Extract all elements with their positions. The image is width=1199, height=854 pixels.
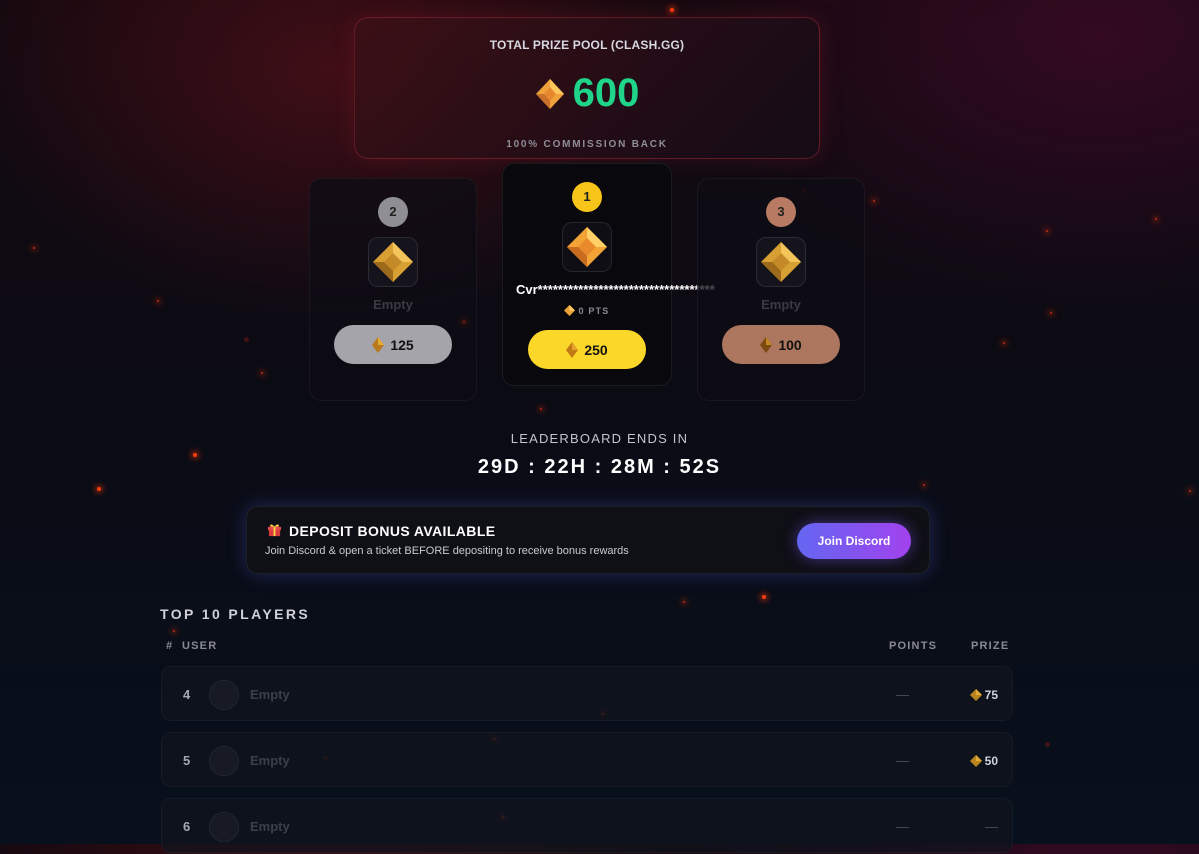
- row-username: Empty: [250, 687, 290, 702]
- gem-icon: [535, 78, 565, 110]
- gem-icon: [371, 240, 415, 284]
- rank-badge: 2: [378, 197, 408, 227]
- row-rank: 5: [183, 753, 191, 768]
- gem-frame: [562, 222, 612, 272]
- podium-username: Cvr***********************************: [516, 282, 715, 297]
- prize-pill: 125: [334, 325, 452, 364]
- prize-pool-value: 600: [572, 71, 640, 115]
- prize-pool-card: TOTAL PRIZE POOL (CLASH.GG) 600 100% COM…: [354, 17, 820, 159]
- gift-icon: [267, 522, 282, 540]
- avatar: [209, 812, 239, 842]
- avatar: [209, 746, 239, 776]
- prize-pool-subtitle: 100% COMMISSION BACK: [506, 139, 668, 150]
- avatar: [209, 680, 239, 710]
- prize-amount: 250: [584, 341, 608, 358]
- gem-frame: [368, 237, 418, 287]
- gem-icon: [759, 240, 803, 284]
- podium-points: 0 PTS: [503, 305, 671, 316]
- gem-icon: [566, 341, 579, 358]
- top-players-title: TOP 10 PLAYERS: [160, 606, 311, 622]
- column-header-prize: PRIZE: [971, 640, 1010, 652]
- row-prize: —: [985, 799, 998, 854]
- rank-badge: 3: [766, 197, 796, 227]
- prize-pool-amount: 600: [355, 71, 819, 116]
- table-row: 6 Empty — —: [161, 798, 1013, 853]
- row-prize-value: 50: [984, 753, 998, 768]
- gem-icon: [760, 336, 773, 353]
- table-row: 5 Empty — 50: [161, 732, 1013, 787]
- gem-icon: [372, 336, 385, 353]
- prize-amount: 125: [390, 336, 414, 353]
- row-rank: 4: [183, 687, 191, 702]
- points-value: 0 PTS: [578, 305, 610, 316]
- podium-first: 1 Cvr***********************************…: [502, 163, 715, 386]
- row-points: —: [896, 819, 909, 834]
- prize-pool-title: TOTAL PRIZE POOL (CLASH.GG): [489, 38, 685, 52]
- podium-username: Empty: [761, 297, 801, 312]
- podium-username: Empty: [373, 297, 413, 312]
- podium-third: 3 Empty 100: [697, 178, 865, 401]
- row-points: —: [896, 687, 909, 702]
- gem-icon: [565, 225, 609, 269]
- gem-icon: [969, 754, 982, 767]
- leaderboard-ends-label: LEADERBOARD ENDS IN: [510, 431, 689, 446]
- bonus-subtitle: Join Discord & open a ticket BEFORE depo…: [265, 545, 629, 557]
- bonus-title-text: DEPOSIT BONUS AVAILABLE: [289, 523, 496, 539]
- gem-icon: [564, 305, 576, 316]
- column-header-user: USER: [182, 640, 218, 652]
- prize-pill: 250: [528, 330, 646, 369]
- row-prize-value: —: [985, 819, 998, 834]
- row-prize-value: 75: [984, 687, 998, 702]
- deposit-bonus-banner: DEPOSIT BONUS AVAILABLE Join Discord & o…: [246, 506, 930, 574]
- column-header-rank: #: [166, 640, 174, 652]
- row-username: Empty: [250, 753, 290, 768]
- prize-pill: 100: [722, 325, 840, 364]
- bonus-title: DEPOSIT BONUS AVAILABLE: [267, 522, 496, 540]
- gem-frame: [756, 237, 806, 287]
- row-rank: 6: [183, 819, 191, 834]
- column-header-points: POINTS: [889, 640, 938, 652]
- row-prize: 75: [969, 667, 998, 722]
- prize-amount: 100: [778, 336, 802, 353]
- gem-icon: [969, 688, 982, 701]
- row-points: —: [896, 753, 909, 768]
- countdown-timer: 29D : 22H : 28M : 52S: [477, 456, 722, 478]
- table-row: 4 Empty — 75: [161, 666, 1013, 721]
- podium-second: 2 Empty 125: [309, 178, 477, 401]
- row-prize: 50: [969, 733, 998, 788]
- row-username: Empty: [250, 819, 290, 834]
- join-discord-button[interactable]: Join Discord: [797, 523, 911, 559]
- rank-badge: 1: [572, 182, 602, 212]
